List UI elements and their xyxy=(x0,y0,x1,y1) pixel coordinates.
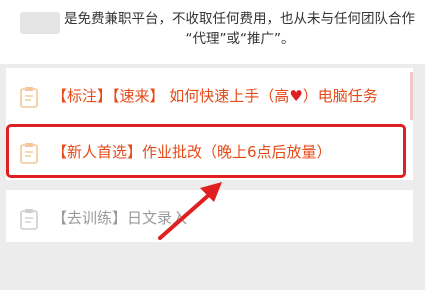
task-title-end: ）电脑任务 xyxy=(302,87,378,105)
task-tags: 【去训练】 xyxy=(52,209,128,227)
notice-line-1: 是免费兼职平台，不收取任何费用，也从未与任何团队合作 xyxy=(64,11,415,27)
blurred-brand-name xyxy=(20,12,60,34)
clipboard-icon xyxy=(20,209,38,230)
highlight-box xyxy=(6,124,406,178)
task-label: 【去训练】日文录入 xyxy=(52,207,187,229)
task-tags: 【标注】【速来】 xyxy=(52,87,165,105)
notice-text: 是免费兼职平台，不收取任何费用，也从未与任何团队合作 “代理”或“推广”。 xyxy=(64,9,416,49)
clipboard-icon xyxy=(20,87,38,108)
row-accent xyxy=(410,72,413,120)
heart-icon: ♥ xyxy=(289,87,303,105)
notice-banner: 是免费兼职平台，不收取任何费用，也从未与任何团队合作 “代理”或“推广”。 xyxy=(0,0,425,64)
task-title-start: 如何快速上手（高 xyxy=(169,87,290,105)
task-item-japanese-typing[interactable]: 【去训练】日文录入 xyxy=(6,190,413,242)
task-item-labeling[interactable]: 【标注】【速来】 如何快速上手（高♥）电脑任务 xyxy=(6,68,413,124)
notice-line-2: “代理”或“推广”。 xyxy=(185,31,295,47)
task-label: 【标注】【速来】 如何快速上手（高♥）电脑任务 xyxy=(52,85,378,107)
task-title: 日文录入 xyxy=(127,209,188,227)
